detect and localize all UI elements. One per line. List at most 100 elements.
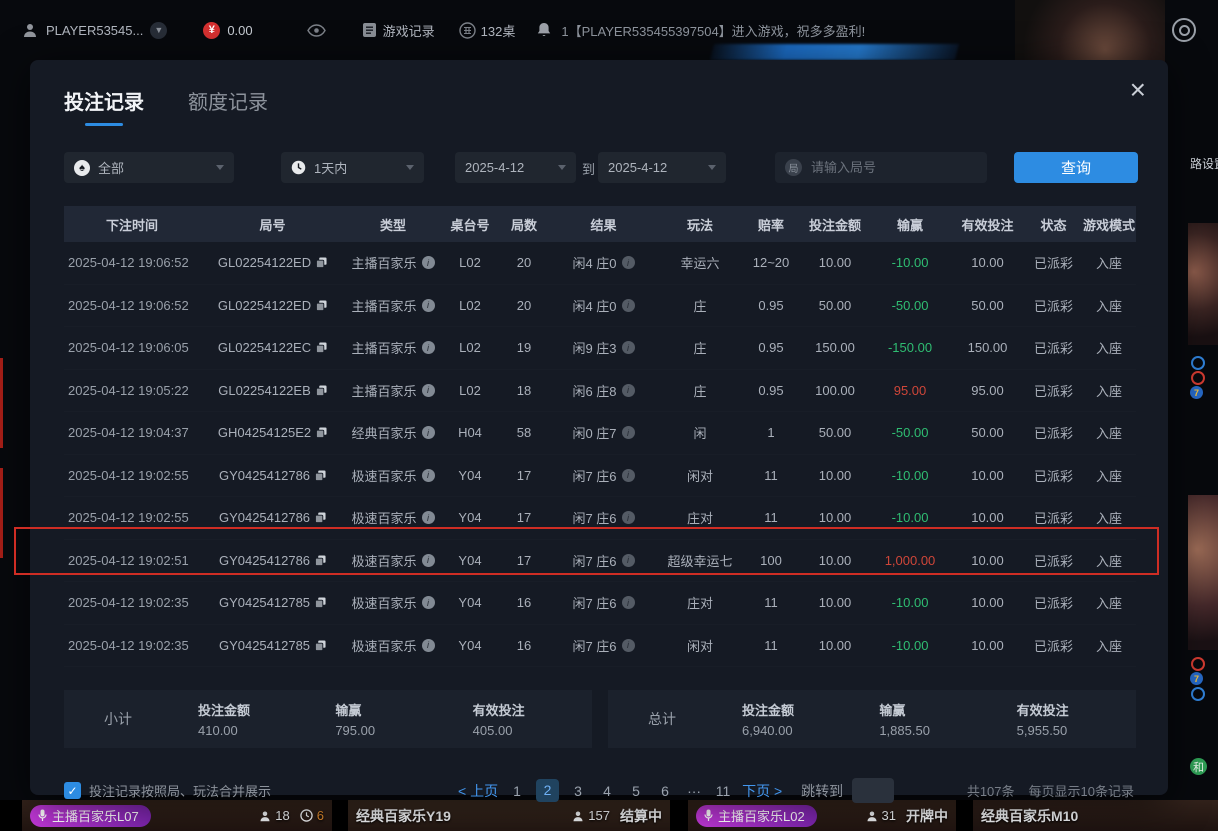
- cell-rounds: 17: [499, 510, 549, 525]
- game-no-text: GL02254122ED: [218, 298, 311, 313]
- dealer-video-thumbnail[interactable]: [1188, 495, 1218, 650]
- col-odds: 赔率: [742, 215, 800, 234]
- info-icon[interactable]: i: [622, 426, 635, 439]
- info-icon[interactable]: i: [422, 384, 435, 397]
- copy-icon[interactable]: [315, 512, 326, 523]
- table-tile[interactable]: 主播百家乐L02 31 开牌中: [688, 800, 956, 831]
- result-text: 闲4 庄0: [572, 253, 616, 272]
- tab-quota-records[interactable]: 额度记录: [188, 86, 268, 126]
- game-no-text: GL02254122EB: [218, 383, 311, 398]
- info-icon[interactable]: i: [622, 554, 635, 567]
- page-number-active[interactable]: 2: [536, 779, 559, 802]
- cell-game-mode: 入座: [1082, 508, 1136, 527]
- service-icon[interactable]: [1172, 18, 1196, 42]
- game-records-label[interactable]: 游戏记录: [383, 21, 435, 40]
- info-icon[interactable]: i: [422, 639, 435, 652]
- username[interactable]: PLAYER53545...: [46, 23, 143, 38]
- page-number[interactable]: 1: [507, 783, 527, 799]
- page-number[interactable]: 3: [568, 783, 588, 799]
- table-row[interactable]: 2025-04-12 19:06:52GL02254122ED主播百家乐iL02…: [64, 285, 1136, 328]
- copy-icon[interactable]: [315, 555, 326, 566]
- info-icon[interactable]: i: [422, 256, 435, 269]
- cell-rounds: 17: [499, 553, 549, 568]
- date-from-select[interactable]: 2025-4-12: [455, 152, 576, 183]
- table-row[interactable]: 2025-04-12 19:06:52GL02254122ED主播百家乐iL02…: [64, 242, 1136, 285]
- info-icon[interactable]: i: [422, 426, 435, 439]
- tables-count-label[interactable]: 132桌: [481, 21, 516, 40]
- copy-icon[interactable]: [316, 257, 327, 268]
- info-icon[interactable]: i: [622, 384, 635, 397]
- round-no-input[interactable]: [809, 159, 977, 176]
- table-row[interactable]: 2025-04-12 19:02:55GY0425412786极速百家乐iY04…: [64, 497, 1136, 540]
- info-icon[interactable]: i: [422, 554, 435, 567]
- cell-game-mode: 入座: [1082, 466, 1136, 485]
- page-number[interactable]: 6: [655, 783, 675, 799]
- tables-icon[interactable]: [459, 22, 476, 39]
- table-row[interactable]: 2025-04-12 19:02:35GY0425412785极速百家乐iY04…: [64, 582, 1136, 625]
- table-row[interactable]: 2025-04-12 19:02:35GY0425412785极速百家乐iY04…: [64, 625, 1136, 668]
- road-settings-label[interactable]: 路设置: [1190, 155, 1218, 172]
- copy-icon[interactable]: [316, 300, 327, 311]
- eye-icon[interactable]: [307, 24, 326, 37]
- table-row[interactable]: 2025-04-12 19:02:51GY0425412786极速百家乐iY04…: [64, 540, 1136, 583]
- cell-rounds: 17: [499, 468, 549, 483]
- per-page-info: 每页显示10条记录: [1029, 781, 1134, 800]
- merge-checkbox[interactable]: ✓: [64, 782, 81, 799]
- page-number[interactable]: 5: [626, 783, 646, 799]
- game-type-select[interactable]: ♠ 全部: [64, 152, 234, 183]
- table-name: 主播百家乐L07: [52, 806, 139, 825]
- info-icon[interactable]: i: [622, 639, 635, 652]
- copy-icon[interactable]: [315, 597, 326, 608]
- info-icon[interactable]: i: [622, 299, 635, 312]
- prev-page-link[interactable]: < 上页: [458, 781, 498, 801]
- page-number[interactable]: 4: [597, 783, 617, 799]
- game-records-icon[interactable]: [362, 22, 377, 38]
- cell-winloss: 1,000.00: [870, 553, 950, 568]
- info-icon[interactable]: i: [622, 469, 635, 482]
- page-number[interactable]: 11: [713, 783, 733, 799]
- info-icon[interactable]: i: [622, 511, 635, 524]
- info-icon[interactable]: i: [422, 596, 435, 609]
- viewer-count: 18: [259, 808, 289, 823]
- dealer-video-thumbnail[interactable]: [1188, 223, 1218, 345]
- copy-icon[interactable]: [315, 470, 326, 481]
- info-icon[interactable]: i: [622, 341, 635, 354]
- info-icon[interactable]: i: [622, 596, 635, 609]
- tab-bet-records[interactable]: 投注记录: [64, 86, 144, 126]
- person-icon: [866, 810, 878, 822]
- table-tile[interactable]: 经典百家乐M10: [973, 800, 1218, 831]
- table-tile[interactable]: 主播百家乐L07 18 6: [22, 800, 332, 831]
- cell-bet-time: 2025-04-12 19:06:52: [64, 255, 200, 270]
- round-no-input-wrap[interactable]: 局: [775, 152, 987, 183]
- date-from-value: 2025-4-12: [465, 160, 524, 175]
- date-to-select[interactable]: 2025-4-12: [598, 152, 726, 183]
- jump-page-input[interactable]: [852, 778, 894, 803]
- info-icon[interactable]: i: [422, 511, 435, 524]
- table-row[interactable]: 2025-04-12 19:05:22GL02254122EB主播百家乐iL02…: [64, 370, 1136, 413]
- close-icon[interactable]: ×: [1130, 76, 1146, 104]
- time-range-select[interactable]: 1天内: [281, 152, 424, 183]
- cell-game-mode: 入座: [1082, 551, 1136, 570]
- road-bead-icon: 7: [1190, 672, 1203, 685]
- info-icon[interactable]: i: [422, 469, 435, 482]
- table-row[interactable]: 2025-04-12 19:02:55GY0425412786极速百家乐iY04…: [64, 455, 1136, 498]
- copy-icon[interactable]: [316, 385, 327, 396]
- page-ellipsis[interactable]: ···: [684, 783, 704, 799]
- table-tile[interactable]: 经典百家乐Y19 157 结算中: [348, 800, 670, 831]
- search-button[interactable]: 查询: [1014, 152, 1138, 183]
- info-icon[interactable]: i: [422, 299, 435, 312]
- info-icon[interactable]: i: [622, 256, 635, 269]
- info-icon[interactable]: i: [422, 341, 435, 354]
- caret-down-icon: [708, 165, 716, 170]
- table-row[interactable]: 2025-04-12 19:06:05GL02254122EC主播百家乐iL02…: [64, 327, 1136, 370]
- copy-icon[interactable]: [315, 640, 326, 651]
- next-page-link[interactable]: 下页 >: [742, 781, 782, 801]
- chevron-down-icon[interactable]: ▼: [150, 22, 167, 39]
- copy-icon[interactable]: [316, 342, 327, 353]
- table-status: 开牌中: [906, 806, 948, 826]
- cell-table-no: L02: [441, 340, 499, 355]
- caret-down-icon: [216, 165, 224, 170]
- copy-icon[interactable]: [316, 427, 327, 438]
- cell-winloss: -10.00: [870, 510, 950, 525]
- table-row[interactable]: 2025-04-12 19:04:37GH04254125E2经典百家乐iH04…: [64, 412, 1136, 455]
